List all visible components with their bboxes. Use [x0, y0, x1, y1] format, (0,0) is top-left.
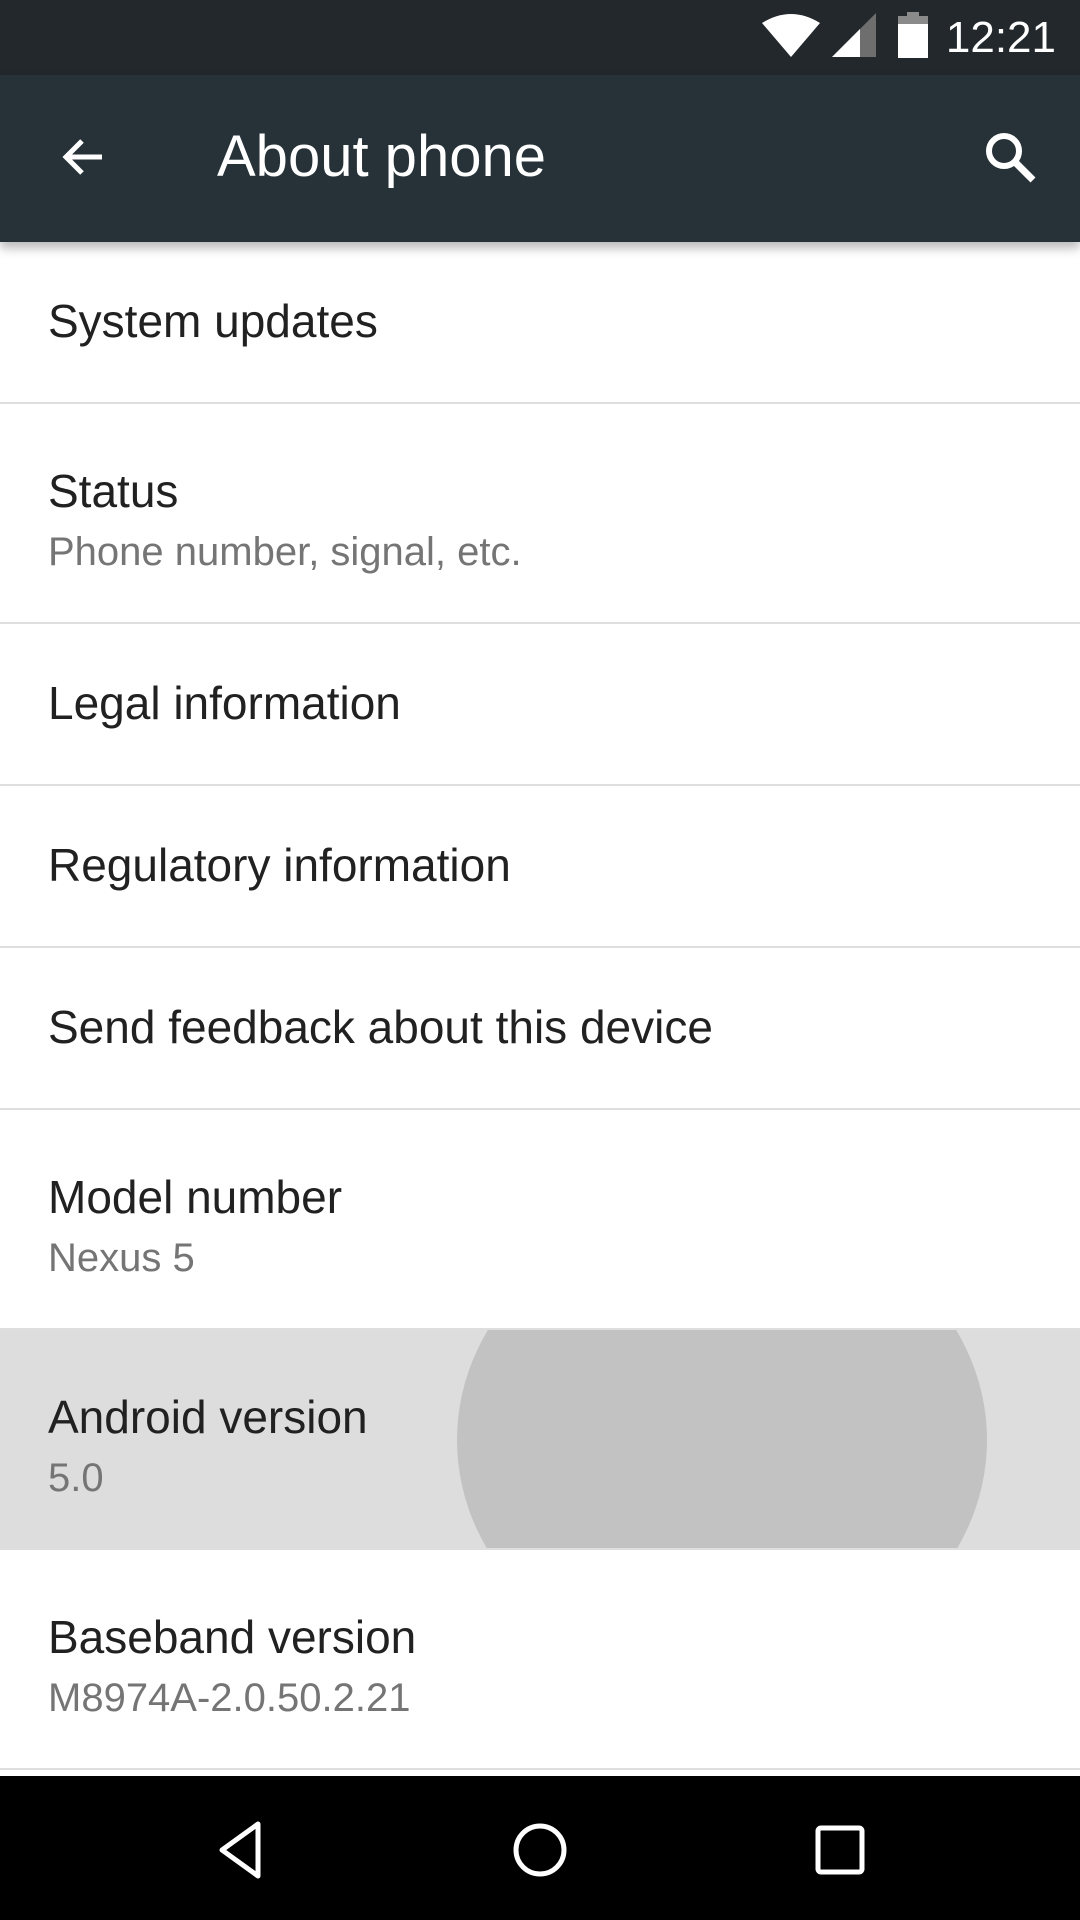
- item-summary: 5.0: [48, 1456, 104, 1500]
- status-bar: 12:21: [0, 0, 1080, 75]
- list-item-send-feedback[interactable]: Send feedback about this device: [0, 948, 1080, 1110]
- nav-recents-button[interactable]: [795, 1812, 885, 1892]
- battery-icon: [897, 12, 928, 63]
- status-time: 12:21: [945, 12, 1056, 62]
- list-item-baseband-version[interactable]: Baseband version M8974A-2.0.50.2.21: [0, 1550, 1080, 1770]
- item-title: Model number: [48, 1171, 343, 1223]
- back-button[interactable]: [44, 119, 124, 199]
- nav-home-button[interactable]: [495, 1812, 585, 1892]
- settings-list: System updates Status Phone number, sign…: [0, 242, 1080, 1770]
- cell-signal-icon: [831, 13, 876, 62]
- item-title: Legal information: [48, 677, 401, 729]
- item-summary: M8974A-2.0.50.2.21: [48, 1676, 411, 1720]
- page-title: About phone: [217, 124, 546, 189]
- search-icon: [983, 130, 1037, 189]
- item-title: Android version: [48, 1391, 368, 1443]
- back-triangle-icon: [216, 1820, 266, 1885]
- item-summary: Nexus 5: [48, 1236, 195, 1280]
- recents-square-icon: [814, 1824, 866, 1881]
- list-item-status[interactable]: Status Phone number, signal, etc.: [0, 404, 1080, 624]
- item-title: Status: [48, 465, 179, 517]
- item-summary: Phone number, signal, etc.: [48, 530, 522, 574]
- wifi-icon: [760, 13, 822, 62]
- list-item-regulatory-information[interactable]: Regulatory information: [0, 786, 1080, 948]
- navigation-bar: [0, 1776, 1080, 1920]
- list-item-system-updates[interactable]: System updates: [0, 242, 1080, 404]
- list-item-android-version[interactable]: Android version 5.0: [0, 1330, 1080, 1550]
- touch-ripple: [457, 1330, 987, 1548]
- list-item-model-number[interactable]: Model number Nexus 5: [0, 1110, 1080, 1330]
- item-title: Regulatory information: [48, 839, 511, 891]
- search-button[interactable]: [970, 119, 1050, 199]
- item-title: Baseband version: [48, 1611, 417, 1663]
- arrow-left-icon: [60, 133, 108, 186]
- nav-back-button[interactable]: [196, 1812, 286, 1892]
- toolbar: About phone: [0, 75, 1080, 242]
- list-item-legal-information[interactable]: Legal information: [0, 624, 1080, 786]
- item-title: Send feedback about this device: [48, 1001, 713, 1053]
- item-title: System updates: [48, 295, 378, 347]
- home-circle-icon: [512, 1822, 568, 1883]
- status-icons: 12:21: [760, 0, 1080, 75]
